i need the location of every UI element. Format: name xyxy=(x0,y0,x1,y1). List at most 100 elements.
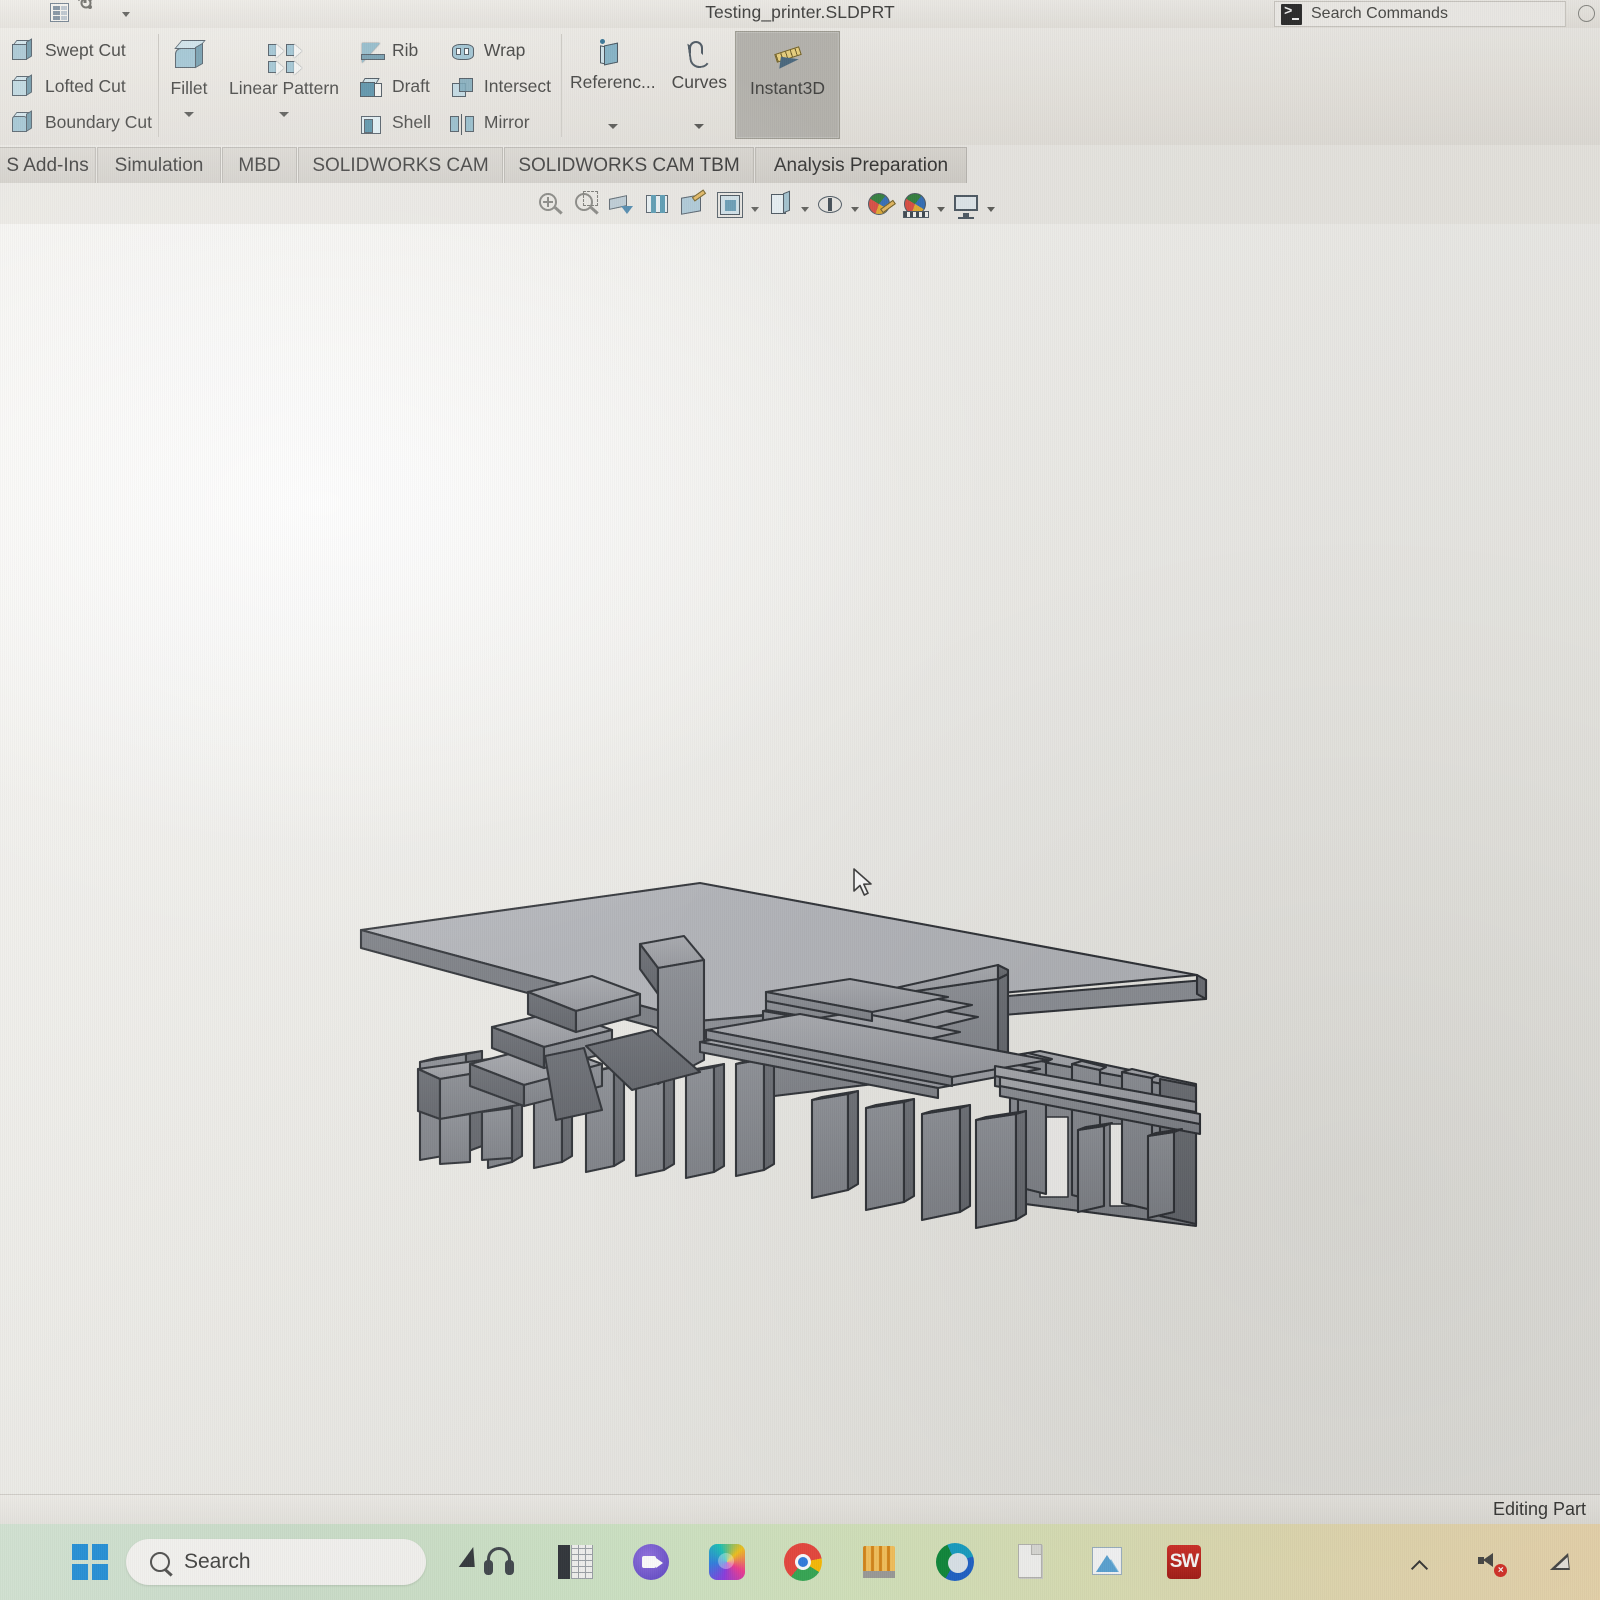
speaker-muted-icon[interactable]: × xyxy=(1474,1545,1508,1579)
lofted-cut-label: Lofted Cut xyxy=(45,76,126,96)
ribbon-toolbar: Swept Cut Lofted Cut Boundary Cut Fillet xyxy=(0,28,1600,145)
boundary-cut-icon xyxy=(10,109,36,136)
tab-analysis-preparation[interactable]: Analysis Preparation xyxy=(755,147,967,183)
rib-label: Rib xyxy=(391,40,419,60)
wrap-label: Wrap xyxy=(483,40,526,60)
taskbar-search-placeholder: Search xyxy=(184,1550,251,1573)
reference-geometry-dropdown-icon[interactable] xyxy=(607,124,618,129)
tab-label: SOLIDWORKS CAM TBM xyxy=(518,154,740,176)
view-orientation-dropdown-icon[interactable] xyxy=(751,206,759,212)
reference-geometry-icon xyxy=(594,38,632,72)
fillet-button[interactable]: Fillet xyxy=(159,28,219,145)
display-style-dropdown-icon[interactable] xyxy=(801,206,809,212)
hide-show-items-dropdown-icon[interactable] xyxy=(851,206,859,212)
chrome-icon[interactable] xyxy=(782,1541,824,1583)
solidworks-icon[interactable]: SW xyxy=(1162,1541,1204,1583)
tab-label: S Add-Ins xyxy=(6,154,89,176)
wrap-icon xyxy=(449,38,475,64)
teams-icon[interactable] xyxy=(630,1541,672,1583)
calculator-icon[interactable] xyxy=(554,1541,596,1583)
mirror-label: Mirror xyxy=(483,112,530,132)
wrap-button[interactable]: Wrap xyxy=(445,34,557,67)
ribbon-group-geometry: Referenc... Curves Instant3D xyxy=(562,28,840,145)
lofted-cut-button[interactable]: Lofted Cut xyxy=(6,70,158,103)
apply-scene-icon[interactable] xyxy=(901,190,931,220)
apply-scene-dropdown-icon[interactable] xyxy=(937,206,945,212)
curves-dropdown-icon[interactable] xyxy=(694,124,705,129)
mirror-button[interactable]: Mirror xyxy=(445,106,557,139)
section-view-icon[interactable] xyxy=(679,189,709,220)
draft-button[interactable]: Draft xyxy=(353,70,437,103)
chevron-up-icon[interactable] xyxy=(1404,1545,1438,1579)
instant3d-button[interactable]: Instant3D xyxy=(735,31,840,139)
windows-taskbar: Search SW × xyxy=(0,1524,1600,1600)
graphics-viewport[interactable] xyxy=(0,224,1600,1494)
view-settings-icon[interactable] xyxy=(951,190,981,220)
part-model-3d[interactable] xyxy=(0,224,1600,1494)
zoom-in-out-icon[interactable] xyxy=(607,190,637,220)
excel-icon[interactable] xyxy=(858,1541,900,1583)
mouse-cursor xyxy=(853,868,872,896)
tab-mbd[interactable]: MBD xyxy=(222,147,297,183)
tab-label: Analysis Preparation xyxy=(773,154,949,176)
boundary-cut-button[interactable]: Boundary Cut xyxy=(6,106,158,139)
ribbon-group-cuts: Swept Cut Lofted Cut Boundary Cut xyxy=(0,28,158,145)
ribbon-group-features: Fillet Linear Pattern xyxy=(159,28,349,145)
linear-pattern-dropdown-icon[interactable] xyxy=(278,112,289,117)
intersect-label: Intersect xyxy=(483,76,551,96)
swept-cut-label: Swept Cut xyxy=(45,40,126,60)
start-button[interactable] xyxy=(72,1544,108,1580)
fillet-dropdown-icon[interactable] xyxy=(184,112,195,117)
shell-label: Shell xyxy=(391,112,431,132)
view-settings-dropdown-icon[interactable] xyxy=(987,206,995,212)
curves-button[interactable]: Curves xyxy=(664,28,735,145)
fillet-label: Fillet xyxy=(170,78,208,98)
tab-solidworks-cam-tbm[interactable]: SOLIDWORKS CAM TBM xyxy=(504,147,754,183)
photos-icon[interactable] xyxy=(706,1541,748,1583)
swept-cut-icon xyxy=(10,37,36,64)
edit-appearance-icon[interactable] xyxy=(865,190,896,220)
ribbon-group-rib: Rib Draft Shell xyxy=(349,28,441,145)
status-bar: Editing Part xyxy=(0,1494,1600,1524)
tab-sw-add-ins[interactable]: S Add-Ins xyxy=(0,147,96,183)
reference-geometry-button[interactable]: Referenc... xyxy=(562,28,664,145)
lofted-cut-icon xyxy=(10,73,36,100)
zoom-to-area-icon[interactable] xyxy=(571,190,601,220)
linear-pattern-icon xyxy=(264,36,304,76)
swept-cut-button[interactable]: Swept Cut xyxy=(6,34,158,67)
instant3d-icon xyxy=(769,44,807,78)
system-tray: × xyxy=(1404,1524,1578,1600)
intersect-button[interactable]: Intersect xyxy=(445,70,557,103)
fillet-icon xyxy=(169,36,209,76)
search-icon xyxy=(150,1552,170,1572)
draft-label: Draft xyxy=(391,76,430,96)
blue-app-icon[interactable] xyxy=(1086,1541,1128,1583)
zoom-to-fit-icon[interactable] xyxy=(535,190,565,220)
tab-label: MBD xyxy=(238,154,281,176)
network-icon[interactable] xyxy=(1544,1545,1578,1579)
view-orientation-icon[interactable] xyxy=(715,190,745,220)
linear-pattern-button[interactable]: Linear Pattern xyxy=(219,28,349,145)
tab-label: Simulation xyxy=(114,154,204,176)
curves-label: Curves xyxy=(671,72,728,92)
previous-view-icon[interactable] xyxy=(643,190,673,220)
intersect-icon xyxy=(449,74,475,100)
mirror-icon xyxy=(449,110,475,136)
ribbon-group-wrap: Wrap Intersect Mirror xyxy=(441,28,561,145)
tab-simulation[interactable]: Simulation xyxy=(97,147,221,183)
document-icon[interactable] xyxy=(1010,1541,1052,1583)
rib-button[interactable]: Rib xyxy=(353,34,437,67)
headphones-icon[interactable] xyxy=(458,1541,520,1583)
search-commands-placeholder: Search Commands xyxy=(1311,5,1448,22)
hide-show-items-icon[interactable] xyxy=(815,190,845,220)
display-style-icon[interactable] xyxy=(765,190,795,220)
edge-icon[interactable] xyxy=(934,1541,976,1583)
curves-icon xyxy=(680,38,718,72)
tab-solidworks-cam[interactable]: SOLIDWORKS CAM xyxy=(298,147,503,183)
editing-mode-status: Editing Part xyxy=(1492,1499,1586,1519)
taskbar-search-input[interactable]: Search xyxy=(126,1539,426,1585)
shell-button[interactable]: Shell xyxy=(353,106,437,139)
search-commands-box[interactable]: Search Commands xyxy=(1274,1,1566,27)
help-icon[interactable] xyxy=(1578,5,1595,22)
taskbar-app-icons: SW xyxy=(458,1541,1204,1583)
